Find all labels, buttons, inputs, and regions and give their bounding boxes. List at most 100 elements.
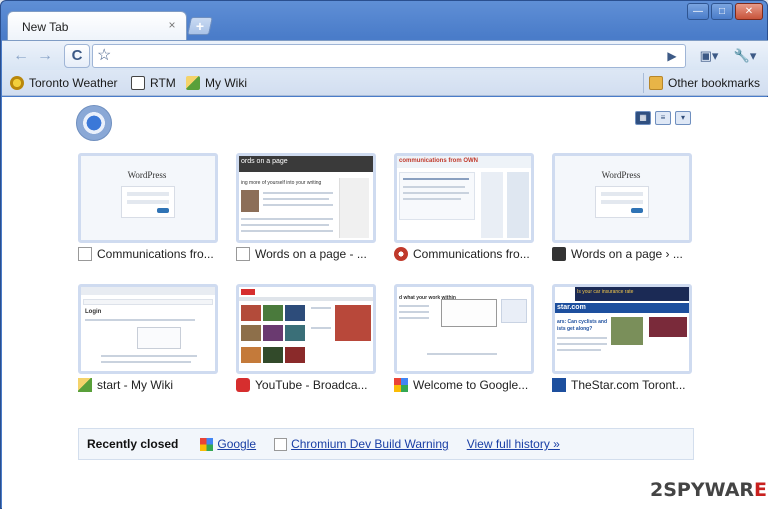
watermark-part: 2 (650, 479, 664, 501)
text-line (263, 204, 333, 206)
recently-closed-chromium-link[interactable]: Chromium Dev Build Warning (274, 437, 449, 451)
video-thumb (285, 325, 305, 341)
tile-title: Communications fro... (97, 247, 214, 261)
news-photo (649, 317, 687, 337)
thestar-icon (552, 378, 566, 392)
tile-label: Communications fro... (78, 247, 218, 261)
most-visited-tile[interactable]: WordPress Communications fro... (78, 153, 218, 261)
sidebar (507, 172, 529, 238)
bookmark-toronto-weather[interactable]: Toronto Weather (10, 75, 118, 91)
most-visited-tile[interactable]: d what your work within Welcome to Googl… (394, 284, 534, 392)
tile-label: Words on a page - ... (236, 247, 376, 261)
new-tab-button[interactable]: + (187, 17, 213, 35)
ad-text: Is your car insurance rate (577, 289, 634, 295)
options-menu-button[interactable]: ▾ (675, 111, 691, 125)
new-tab-page: ▦ ≡ ▾ WordPress Communications fro... or… (2, 97, 768, 509)
recently-closed-title: Recently closed (87, 437, 179, 451)
close-window-button[interactable]: ✕ (735, 3, 763, 20)
bookmark-other-bookmarks[interactable]: Other bookmarks (649, 75, 760, 91)
text-line (311, 307, 331, 309)
forward-button[interactable]: → (34, 45, 56, 67)
video-thumb (263, 347, 283, 363)
tile-title: Communications fro... (413, 247, 530, 261)
featured-video (335, 305, 371, 341)
owl-icon (394, 247, 408, 261)
thumbnail: WordPress (78, 153, 218, 243)
list-view-button[interactable]: ≡ (655, 111, 671, 125)
minimize-button[interactable]: — (687, 3, 709, 20)
most-visited-tile[interactable]: Login start - My Wiki (78, 284, 218, 392)
tab-title: New Tab (22, 20, 69, 34)
text-line (263, 198, 329, 200)
text-line (557, 349, 601, 351)
youtube-icon (236, 378, 250, 392)
thumbnail (236, 284, 376, 374)
watermark-part: SPYWAR (663, 479, 755, 501)
text-line (403, 178, 469, 180)
post-image (241, 190, 259, 212)
text-line (399, 311, 429, 313)
video-thumb (241, 325, 261, 341)
go-icon[interactable]: ▶ (663, 47, 681, 65)
site-name: star.com (557, 304, 586, 311)
most-visited-tile[interactable]: WordPress Words on a page › ... (552, 153, 692, 261)
field (601, 192, 643, 196)
address-input[interactable] (117, 47, 657, 65)
maximize-button[interactable]: □ (711, 3, 733, 20)
bookmark-rtm[interactable]: RTM (131, 75, 176, 91)
star-icon[interactable]: ☆ (97, 46, 111, 66)
tile-label: start - My Wiki (78, 378, 218, 392)
most-visited-tile[interactable]: Is your car insurance rate star.com ars:… (552, 284, 692, 392)
watermark-part: E (754, 479, 768, 501)
most-visited-tile[interactable]: communications from OWN Communications f… (394, 153, 534, 261)
bookmark-label: Other bookmarks (668, 76, 761, 90)
illustration (441, 299, 497, 327)
wiki-icon (186, 76, 200, 90)
bookmarks-bar: Toronto Weather RTM My Wiki Other bookma… (2, 70, 768, 96)
headline: ars: Can cyclists and (557, 319, 608, 325)
video-thumb (241, 347, 261, 363)
view-full-history-link[interactable]: View full history » (467, 437, 560, 451)
video-thumb (263, 305, 283, 321)
reload-button[interactable]: C (64, 44, 90, 68)
tile-label: TheStar.com Toront... (552, 378, 692, 392)
tile-label: Words on a page › ... (552, 247, 692, 261)
folder-icon (649, 76, 663, 90)
recent-link-label: Chromium Dev Build Warning (291, 437, 449, 451)
tile-title: YouTube - Broadca... (255, 378, 368, 392)
thumbnail: ords on a page ing more of yourself into… (236, 153, 376, 243)
page-menu-button[interactable]: ▣▾ (696, 46, 722, 66)
most-visited-tile[interactable]: ords on a page ing more of yourself into… (236, 153, 376, 261)
text-line (403, 186, 465, 188)
window-controls: — □ ✕ (687, 3, 763, 20)
sidebar (339, 178, 369, 238)
text-line (557, 343, 607, 345)
text-line (241, 230, 333, 232)
google-icon (200, 437, 214, 451)
video-thumb (263, 325, 283, 341)
plus-icon: + (195, 18, 205, 34)
back-button[interactable]: ← (10, 45, 32, 67)
thumbnail-view-button[interactable]: ▦ (635, 111, 651, 125)
text-line (403, 198, 461, 200)
site-title: communications from OWN (399, 158, 479, 164)
login-form (137, 327, 181, 349)
thumbnail: Login (78, 284, 218, 374)
bookmark-my-wiki[interactable]: My Wiki (186, 75, 247, 91)
text-line (241, 224, 329, 226)
recently-closed-google-link[interactable]: Google (200, 437, 256, 451)
tile-label: Welcome to Google... (394, 378, 534, 392)
field (127, 200, 169, 204)
login-heading: Login (85, 309, 102, 315)
tile-label: YouTube - Broadca... (236, 378, 376, 392)
page-icon (78, 247, 92, 261)
tab-new-tab[interactable]: New Tab × (7, 11, 187, 41)
google-icon (394, 378, 408, 392)
wordpress-logo: WordPress (127, 170, 167, 180)
most-visited-tile[interactable]: YouTube - Broadca... (236, 284, 376, 392)
tab-close-icon[interactable]: × (166, 19, 178, 31)
thumbnail: Is your car insurance rate star.com ars:… (552, 284, 692, 374)
login-button (631, 208, 643, 213)
wrench-menu-button[interactable]: 🔧▾ (730, 46, 760, 66)
typewriter-icon (552, 247, 566, 261)
